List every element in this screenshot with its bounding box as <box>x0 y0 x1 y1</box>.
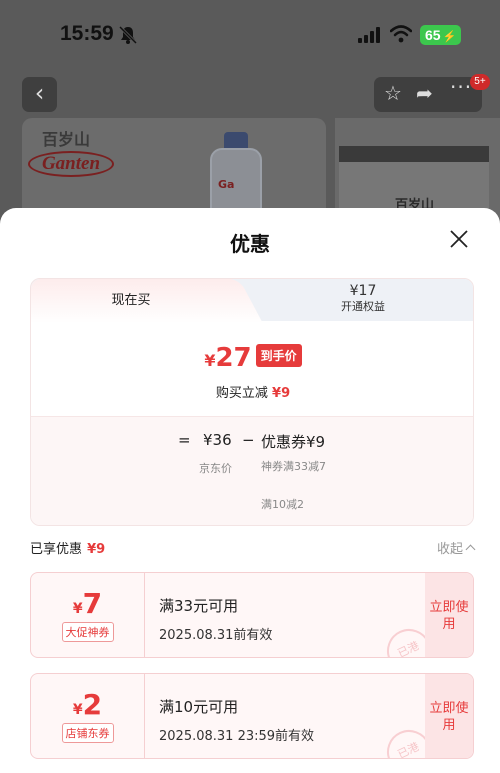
price-breakdown: = ¥36 京东价 − 优惠券¥9 神券满33减7 满10减2 <box>31 416 473 525</box>
original-price: ¥36 <box>203 431 232 449</box>
bell-off-icon <box>118 25 138 45</box>
top-actions: ☆ ➦ ··· <box>374 75 482 112</box>
breakdown-equals: = <box>178 431 191 449</box>
final-price: 27 <box>215 343 252 373</box>
coupon-detail-1: 神券满33减7 <box>261 460 326 473</box>
coupon-type-badge: 大促神券 <box>61 622 114 642</box>
status-bar: 15:59 65 ⚡ <box>0 0 500 70</box>
chevron-up-icon <box>465 544 476 555</box>
more-icon[interactable]: ··· <box>450 75 472 99</box>
coupon-condition: 满10元可用 <box>159 698 239 716</box>
coupon-detail-2: 满10减2 <box>261 498 304 511</box>
coupon-info: 满33元可用 2025.08.31前有效 <box>159 595 272 643</box>
final-price-row: ¥27 到手价 <box>31 343 473 373</box>
collapse-button[interactable]: 收起 <box>436 538 476 557</box>
coupon-expiry: 2025.08.31前有效 <box>159 628 273 643</box>
coupon-card: ¥7 大促神券 满33元可用 2025.08.31前有效 已港 立即使用 <box>30 572 474 658</box>
wifi-icon <box>390 25 412 43</box>
coupon-amount: 7 <box>82 587 103 620</box>
enjoyed-label: 已享优惠 <box>30 542 83 557</box>
discount-sheet: 优惠 现在买 ¥17 开通权益 ¥27 到手价 购买立减 ¥9 = ¥36 京东价… <box>0 208 500 773</box>
use-coupon-button[interactable]: 立即使用 <box>425 573 473 657</box>
coupon-condition: 满33元可用 <box>159 597 239 615</box>
coupon-currency: ¥ <box>72 601 83 617</box>
coupon-info: 满10元可用 2025.08.31 23:59前有效 <box>159 696 314 744</box>
signal-icon <box>358 27 380 43</box>
coupon-expiry: 2025.08.31 23:59前有效 <box>159 729 315 744</box>
close-icon[interactable] <box>448 228 470 250</box>
member-label: 开通权益 <box>341 300 385 313</box>
coupon-card: ¥2 店铺东券 满10元可用 2025.08.31 23:59前有效 已港 立即… <box>30 673 474 759</box>
final-currency: ¥ <box>204 351 216 370</box>
coupon-value: ¥2 <box>31 688 144 721</box>
final-price-tag: 到手价 <box>255 344 302 367</box>
coupon-amount: 2 <box>82 688 103 721</box>
collapse-label: 收起 <box>436 542 463 557</box>
instant-save-amount: ¥9 <box>272 386 291 401</box>
use-coupon-label: 立即使用 <box>429 600 469 632</box>
charging-bolt-icon: ⚡ <box>442 31 457 43</box>
back-button[interactable]: ‹ <box>22 77 57 112</box>
tab-member[interactable]: ¥17 开通权益 <box>251 283 473 314</box>
member-price: ¥17 <box>349 283 377 299</box>
sheet-title: 优惠 <box>230 232 270 256</box>
brand-logo: 百岁山 Ganten <box>28 126 118 177</box>
share-icon[interactable]: ➦ <box>416 81 433 105</box>
message-badge: 5+ <box>470 74 490 90</box>
battery-level: 65 <box>425 27 441 43</box>
enjoyed-discount-row: 已享优惠 ¥9 收起 <box>30 538 476 558</box>
price-card: 现在买 ¥17 开通权益 ¥27 到手价 购买立减 ¥9 = ¥36 京东价 − … <box>30 278 474 526</box>
tab-current[interactable]: 现在买 <box>31 279 231 323</box>
coupon-value: ¥7 <box>31 587 144 620</box>
breakdown-minus: − <box>242 431 255 449</box>
coupon-value-block: ¥7 大促神券 <box>31 573 145 657</box>
status-time: 15:59 <box>60 22 114 45</box>
instant-save-label: 购买立减 <box>215 386 268 401</box>
enjoyed-amount: ¥9 <box>87 542 106 557</box>
battery-indicator: 65 ⚡ <box>420 25 462 45</box>
coupon-total: 优惠券¥9 <box>261 433 326 451</box>
use-coupon-label: 立即使用 <box>429 701 469 733</box>
original-price-label: 京东价 <box>199 462 232 475</box>
use-coupon-button[interactable]: 立即使用 <box>425 674 473 758</box>
coupon-type-badge: 店铺东券 <box>61 723 114 743</box>
instant-save-row: 购买立减 ¥9 <box>31 382 473 401</box>
coupon-value-block: ¥2 店铺东券 <box>31 674 145 758</box>
star-icon[interactable]: ☆ <box>384 81 402 105</box>
coupon-currency: ¥ <box>72 702 83 718</box>
brand-logo-cn: 百岁山 <box>42 130 91 149</box>
product-page-background: ‹ ☆ ➦ ··· 5+ 百岁山 Ganten Ga 百岁山 <box>0 70 500 268</box>
brand-logo-en: Ganten <box>28 151 114 177</box>
bottle-label: Ga <box>218 178 235 191</box>
